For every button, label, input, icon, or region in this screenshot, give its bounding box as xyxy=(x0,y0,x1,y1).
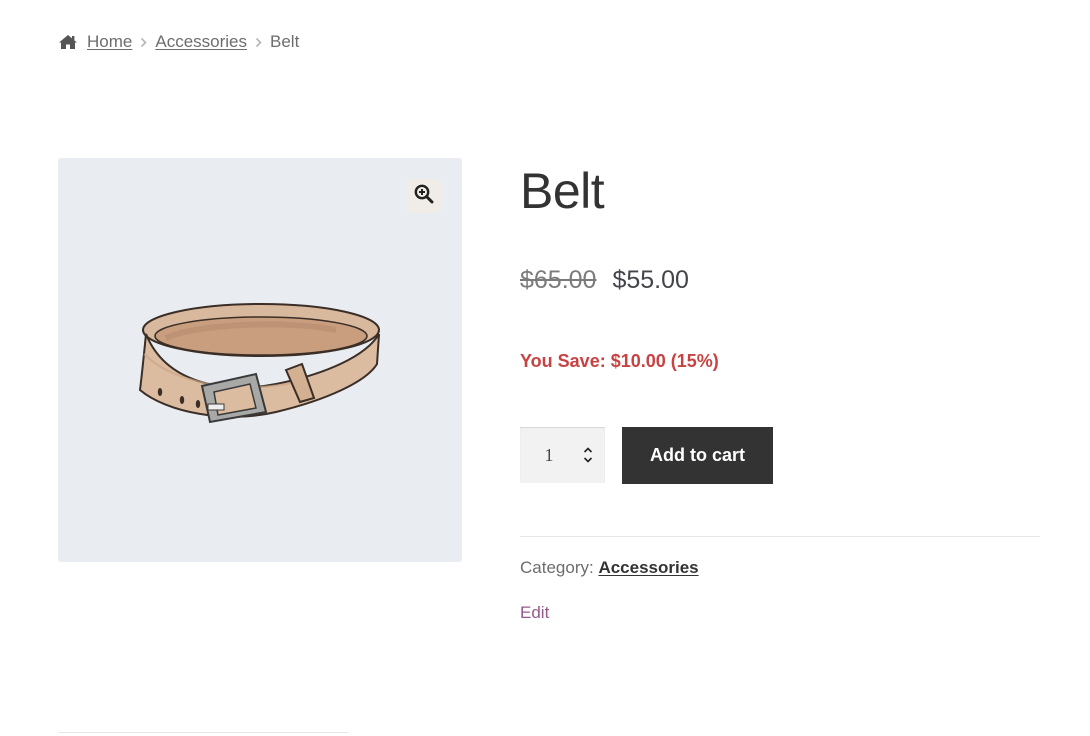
product-meta: Category: Accessories xyxy=(520,558,699,578)
edit-link[interactable]: Edit xyxy=(520,603,549,623)
sale-price: $55.00 xyxy=(612,266,689,294)
product-image-gallery[interactable] xyxy=(58,158,462,562)
divider xyxy=(520,536,1040,537)
category-label: Category: xyxy=(520,558,594,577)
quantity-stepper[interactable] xyxy=(520,427,605,483)
breadcrumb-home-link[interactable]: Home xyxy=(87,32,132,52)
home-icon xyxy=(58,34,78,50)
up-down-arrows-icon[interactable] xyxy=(578,445,598,465)
quantity-input[interactable] xyxy=(520,444,578,466)
chevron-right-icon xyxy=(140,37,147,48)
zoom-in-icon xyxy=(414,184,434,209)
divider xyxy=(58,732,348,733)
savings-text: You Save: $10.00 (15%) xyxy=(520,351,719,371)
breadcrumb-current: Belt xyxy=(270,32,300,51)
chevron-right-icon xyxy=(255,37,262,48)
belt-product-image xyxy=(138,303,380,424)
add-to-cart-button[interactable]: Add to cart xyxy=(622,427,773,484)
product-page: Home Accessories Belt Belt $65.00 $55.00… xyxy=(0,0,1090,736)
zoom-button[interactable] xyxy=(407,179,441,213)
product-price: $65.00 $55.00 xyxy=(520,266,689,295)
category-link[interactable]: Accessories xyxy=(598,558,698,577)
breadcrumb-category-link[interactable]: Accessories xyxy=(155,32,247,52)
product-title: Belt xyxy=(520,163,605,219)
regular-price: $65.00 xyxy=(520,266,597,294)
breadcrumb: Home Accessories Belt xyxy=(58,29,299,55)
